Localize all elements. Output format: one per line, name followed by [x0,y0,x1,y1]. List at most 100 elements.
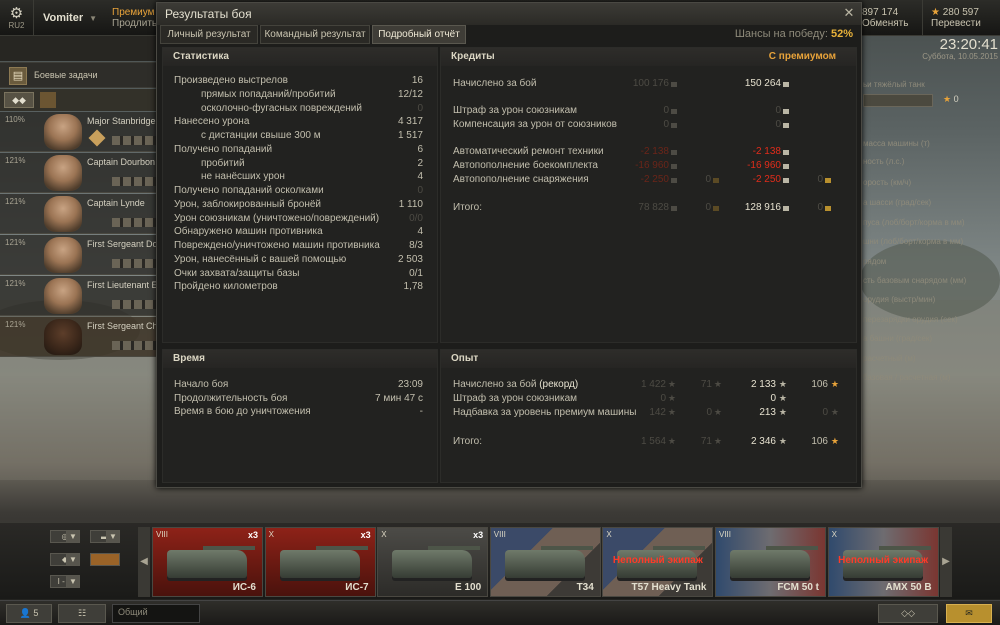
credit-icon [783,109,789,114]
crew-portrait [44,237,82,273]
credit-icon [671,178,677,183]
xp-prem: 213 [759,407,776,418]
notifications-button[interactable]: ✉ [946,604,992,623]
stat-value: 1 517 [397,130,423,141]
tank-name: FCM 50 t [777,582,819,593]
chevron-down-icon: ▼ [89,13,98,23]
credit-icon [671,164,677,169]
tab-personal[interactable]: Личный результат [160,25,258,44]
quest-arrows-icon: ◆◆ [4,92,34,108]
person-icon: 👤 [19,608,31,618]
time-row: Начало боя 23:09 [163,379,437,392]
star-icon: ★ [667,379,676,389]
service-button[interactable]: ◇◇ [878,604,938,623]
stat-value: 1 110 [398,198,423,210]
quest-row[interactable]: ◆◆ [0,89,158,111]
credit-icon [671,123,677,128]
star-icon: ★ [778,407,787,417]
stat-label: осколочно-фугасных повреждений [201,102,362,114]
stat-row: с дистанции свыше 300 м 1 517 [163,130,437,143]
chevron-down-icon[interactable]: ▼ [66,575,80,588]
tank-card[interactable]: X Неполный экипаж T57 Heavy Tank [602,527,714,597]
tank-card[interactable]: X Неполный экипаж AMX 50 B [827,527,939,597]
carousel-left-arrow[interactable]: ◀ [138,527,150,597]
gold-icon [825,178,831,183]
crew-member[interactable]: 121% First Lieutenant E [0,276,158,316]
tank-card[interactable]: Xx3 ИС-7 [264,527,376,597]
battle-tasks-button[interactable]: ▤ Боевые задачи [0,62,158,88]
star-icon: ★ [778,393,787,403]
tank-name: T57 Heavy Tank [631,582,707,593]
squad-count: 5 [33,608,39,618]
tank-card[interactable]: VIII x3 ИС-6 [152,527,263,597]
settings-button[interactable]: ⚙ RU2 [0,0,34,36]
premium-block[interactable]: Премиум Продлить [112,0,158,36]
param-line: перезарядки орудия (сек) [863,315,958,324]
gold-total-base: 0 [705,202,711,213]
chevron-down-icon[interactable]: ▼ [66,553,80,566]
param-line: рядом [863,257,887,266]
clock: 23:20:41 Суббота, 10.05.2015 [895,37,998,61]
crew-name: Captain Lynde [87,198,145,208]
xp-total-label: Итого: [453,436,482,447]
chevron-down-icon[interactable]: ▼ [66,530,80,543]
tab-team[interactable]: Командный результат [260,25,370,44]
squad-button[interactable]: 👤 5 [6,604,52,623]
crew-member[interactable]: 121% Captain Lynde [0,194,158,234]
credit-prem: -2 250 [752,174,781,185]
crew-member[interactable]: 121% Captain Dourbon [0,153,158,193]
tab-detailed[interactable]: Подробный отчёт [372,25,466,44]
crew-pct: 121% [5,156,26,165]
credit-prem: 150 264 [744,78,781,89]
credit-label: Компенсация за урон от союзников [453,119,617,130]
username: Vomiter [42,12,84,24]
user-menu[interactable]: Vomiter ▼ [35,0,105,36]
xp-prem-free: 106 [811,379,828,390]
stat-row: Получено попаданий осколками 0 [163,185,437,198]
contacts-button[interactable]: ☷ [58,604,106,623]
credit-total-label: Итого: [453,202,482,213]
gold-exchange-link[interactable]: Обменять [862,18,908,29]
tank-image [504,550,585,578]
rank-badge-icon [88,129,106,147]
crew-member[interactable]: 110% Major Stanbridge [0,112,158,152]
crew-pct: 121% [5,279,26,288]
tank-card[interactable]: VIII T34 [489,527,601,597]
gold-prem: 0 [817,174,823,185]
premium-filter[interactable] [90,553,120,566]
chat-channel[interactable]: Общий [112,604,200,623]
crew-portrait [44,319,82,355]
crew-member[interactable]: 121% First Sergeant Do [0,235,158,275]
credit-prem: -16 960 [747,160,781,171]
close-icon[interactable]: ✕ [842,6,856,20]
clock-time: 23:20:41 [939,36,998,53]
crew-member[interactable]: 121% First Sergeant Ch [0,317,158,357]
xp-label: Начислено за бой (рекорд) [453,379,578,390]
credit-icon [783,82,789,87]
carousel-right-arrow[interactable]: ▶ [940,527,952,597]
credits-title-text: Кредиты [451,51,495,62]
premium-extend-link[interactable]: Продлить [112,18,157,29]
envelope-icon: ✉ [965,608,973,618]
xp-label: Надбавка за уровень премиум машины [453,407,636,418]
tank-card[interactable]: Xx3 E 100 [377,527,489,597]
stat-value: 0 [417,185,423,196]
gold-block[interactable]: 897 174 Обменять [862,0,910,36]
credit-base: -2 250 [640,174,669,185]
credit-icon [783,178,789,183]
premium-label: Премиум [112,7,155,18]
chevron-down-icon[interactable]: ▼ [106,530,120,543]
xp-prem-free: 0 [822,407,828,418]
crew-portrait [44,155,82,191]
credit-total-base: 78 828 [638,202,669,213]
free-xp-block[interactable]: ★ 280 597 Перевести [922,0,1000,36]
stat-value: 4 [417,226,423,238]
free-xp-convert-link[interactable]: Перевести [931,18,981,29]
star-icon: ★ [713,379,722,389]
star-icon: ★ [713,436,722,446]
credit-prem: 0 [775,105,781,116]
tank-card[interactable]: VIII FCM 50 t [715,527,826,597]
crew-pct: 121% [5,320,26,329]
xp-row: Штраф за урон союзникам 0 ★ 0 ★ [441,393,856,406]
credit-icon [783,150,789,155]
